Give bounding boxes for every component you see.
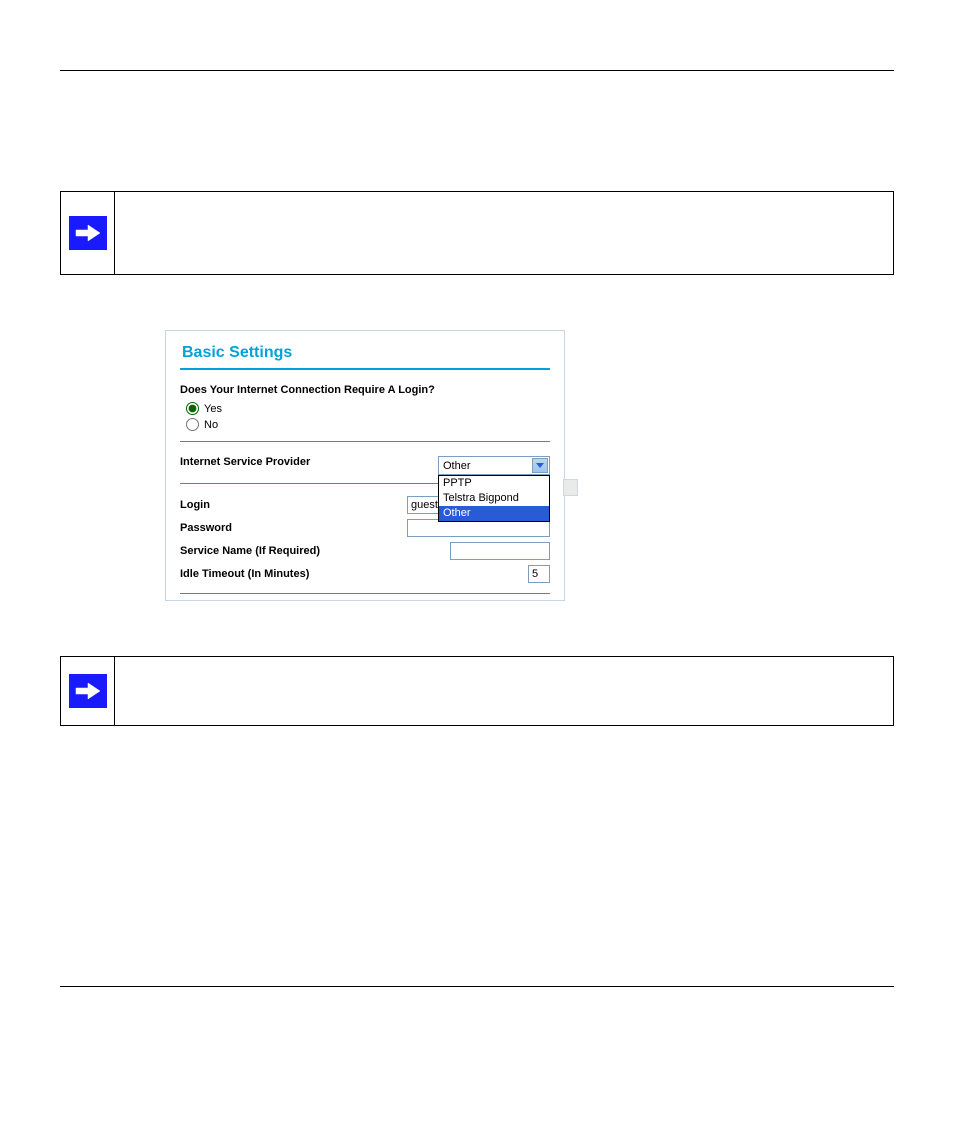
idle-timeout-label: Idle Timeout <box>180 568 245 580</box>
dropdown-option-telstra[interactable]: Telstra Bigpond <box>439 491 549 506</box>
note-content-2 <box>115 657 893 725</box>
scrollbar-thumb[interactable] <box>563 479 578 496</box>
radio-yes[interactable] <box>186 402 199 415</box>
isp-select-value: Other <box>443 460 471 472</box>
service-name-label: Service Name <box>180 545 252 557</box>
idle-timeout-hint: (In Minutes) <box>248 568 310 580</box>
section-divider-1 <box>180 441 550 442</box>
note-content-1 <box>115 192 893 274</box>
isp-dropdown-list: PPTP Telstra Bigpond Other <box>438 475 550 522</box>
basic-settings-panel: Basic Settings Does Your Internet Connec… <box>165 330 565 601</box>
service-name-input[interactable] <box>450 542 550 560</box>
isp-label: Internet Service Provider <box>180 456 310 468</box>
arrow-right-icon <box>69 674 107 708</box>
dropdown-option-other[interactable]: Other <box>439 506 549 521</box>
chevron-down-icon[interactable] <box>532 458 548 473</box>
note-box-1 <box>60 191 894 275</box>
service-name-hint: (If Required) <box>255 545 320 557</box>
note-box-2 <box>60 656 894 726</box>
login-label: Login <box>180 499 210 511</box>
password-label: Password <box>180 522 232 534</box>
radio-no[interactable] <box>186 418 199 431</box>
section-divider-3 <box>180 593 550 594</box>
idle-timeout-row: Idle Timeout (In Minutes) <box>180 568 309 580</box>
radio-no-label: No <box>204 419 218 431</box>
panel-title: Basic Settings <box>182 344 550 362</box>
note-icon-cell <box>61 192 115 274</box>
login-question: Does Your Internet Connection Require A … <box>180 384 550 396</box>
top-rule <box>60 70 894 71</box>
radio-yes-label: Yes <box>204 403 222 415</box>
bottom-rule <box>60 986 894 987</box>
panel-divider <box>180 368 550 370</box>
idle-timeout-input[interactable] <box>528 565 550 583</box>
note-icon-cell-2 <box>61 657 115 725</box>
isp-select[interactable]: Other <box>438 456 550 475</box>
dropdown-option-pptp[interactable]: PPTP <box>439 476 549 491</box>
arrow-right-icon <box>69 216 107 250</box>
service-name-row: Service Name (If Required) <box>180 545 320 557</box>
